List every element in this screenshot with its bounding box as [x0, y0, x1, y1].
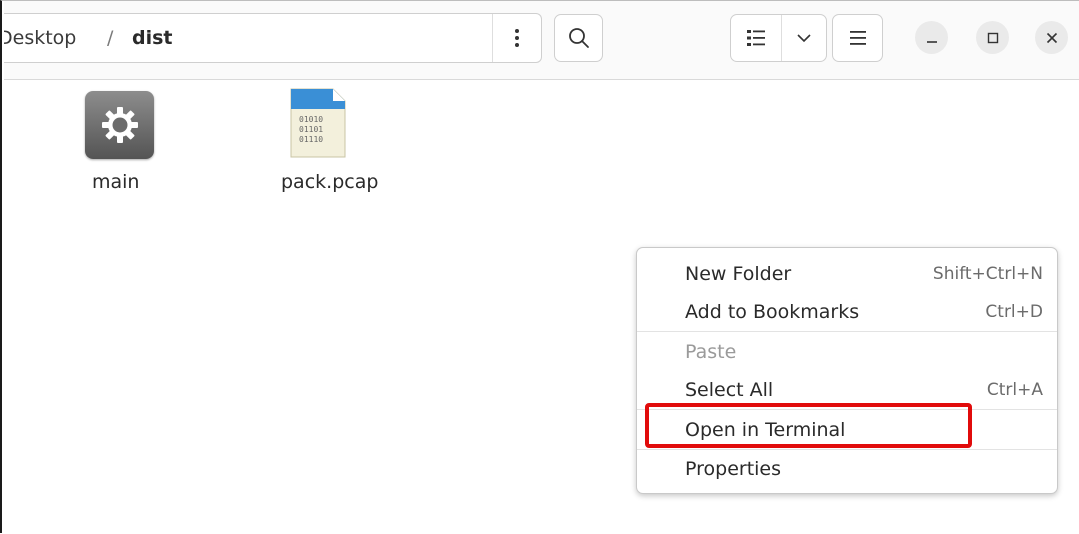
file-name: main [92, 171, 140, 193]
vertical-dots-icon [515, 29, 519, 47]
close-icon [1046, 32, 1058, 44]
list-view-button[interactable] [731, 15, 781, 61]
annotation-highlight-box [645, 403, 972, 448]
maximize-button[interactable] [976, 21, 1009, 54]
menu-item-shortcut: Ctrl+D [985, 302, 1043, 322]
view-options-button[interactable] [782, 15, 826, 61]
binary-text-line: 01110 [299, 135, 324, 144]
menu-item-label: Properties [685, 458, 782, 480]
search-icon [569, 28, 589, 48]
list-view-icon [747, 30, 765, 46]
menu-separator [637, 331, 1057, 332]
path-menu-button[interactable] [492, 14, 540, 62]
menu-item-label: Paste [685, 341, 737, 363]
executable-gear-icon [85, 91, 154, 159]
hamburger-icon [850, 31, 866, 45]
binary-text-line: 01010 [299, 115, 324, 124]
menu-item-new-folder[interactable]: New Folder Shift+Ctrl+N [637, 256, 1057, 292]
menu-item-label: New Folder [685, 263, 792, 285]
menu-item-label: Select All [685, 379, 774, 401]
search-button[interactable] [554, 14, 603, 62]
file-manager-window: Desktop / dist main 01010 01101 01110 pa… [0, 0, 1079, 534]
breadcrumb-current-folder[interactable]: dist [132, 27, 173, 49]
menu-item-shortcut: Ctrl+A [986, 380, 1043, 400]
minimize-button[interactable] [915, 21, 948, 54]
file-item[interactable]: 01010 01101 01110 pack.pcap [267, 87, 387, 197]
header-bar: Desktop / dist [4, 1, 1079, 80]
minimize-icon [927, 41, 937, 43]
maximize-icon [987, 32, 999, 44]
context-menu: New Folder Shift+Ctrl+N Add to Bookmarks… [636, 247, 1058, 494]
file-name: pack.pcap [281, 171, 379, 193]
breadcrumb-separator: / [107, 27, 114, 49]
menu-item-shortcut: Shift+Ctrl+N [932, 264, 1043, 284]
chevron-down-icon [797, 34, 811, 43]
menu-item-label: Add to Bookmarks [685, 301, 860, 323]
menu-item-add-to-bookmarks[interactable]: Add to Bookmarks Ctrl+D [637, 294, 1057, 330]
file-item[interactable]: main [72, 87, 172, 197]
view-switcher [730, 14, 827, 62]
breadcrumb-desktop[interactable]: Desktop [4, 27, 76, 49]
menu-item-paste: Paste [637, 334, 1057, 370]
main-menu-button[interactable] [832, 14, 883, 62]
menu-separator [637, 449, 1057, 450]
menu-item-properties[interactable]: Properties [637, 451, 1057, 487]
binary-file-icon: 01010 01101 01110 [289, 87, 347, 159]
binary-text-line: 01101 [299, 125, 324, 134]
close-button[interactable] [1035, 21, 1068, 54]
breadcrumb: Desktop / dist [4, 13, 542, 63]
